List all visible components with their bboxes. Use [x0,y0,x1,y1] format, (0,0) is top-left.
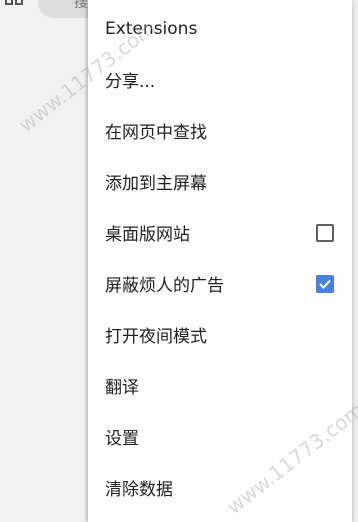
desktop-site-checkbox[interactable] [316,223,334,242]
address-bar-text: 搜 [74,0,88,11]
grid-icon[interactable] [4,0,24,6]
menu-item-extensions[interactable]: Extensions [88,3,352,54]
menu-item-label: 清除数据 [105,480,173,500]
menu-item-block-ads[interactable]: 屏蔽烦人的广告 [88,258,352,309]
block-ads-checkbox[interactable] [316,274,334,293]
menu-item-label: 屏蔽烦人的广告 [105,276,224,296]
menu-item-share[interactable]: 分享... [88,54,352,105]
menu-item-desktop-site[interactable]: 桌面版网站 [88,207,352,258]
menu-item-translate[interactable]: 翻译 [88,360,352,411]
menu-item-settings[interactable]: 设置 [88,411,352,462]
overflow-menu: Extensions 分享... 在网页中查找 添加到主屏幕 桌面版网站 屏蔽烦… [88,0,352,522]
menu-item-add-to-home-screen[interactable]: 添加到主屏幕 [88,156,352,207]
checkmark-icon [319,279,331,289]
menu-item-label: 添加到主屏幕 [105,174,207,194]
menu-item-clear-data[interactable]: 清除数据 [88,462,352,513]
menu-item-find-in-page[interactable]: 在网页中查找 [88,105,352,156]
menu-item-label: 打开夜间模式 [105,327,207,347]
menu-list: Extensions 分享... 在网页中查找 添加到主屏幕 桌面版网站 屏蔽烦… [88,3,352,513]
menu-item-label: 分享... [105,72,156,92]
menu-item-night-mode[interactable]: 打开夜间模式 [88,309,352,360]
menu-item-label: 设置 [105,429,139,449]
menu-item-label: 翻译 [105,378,139,398]
menu-item-label: 桌面版网站 [105,225,190,245]
menu-item-label: Extensions [105,18,198,39]
menu-item-label: 在网页中查找 [105,123,207,143]
